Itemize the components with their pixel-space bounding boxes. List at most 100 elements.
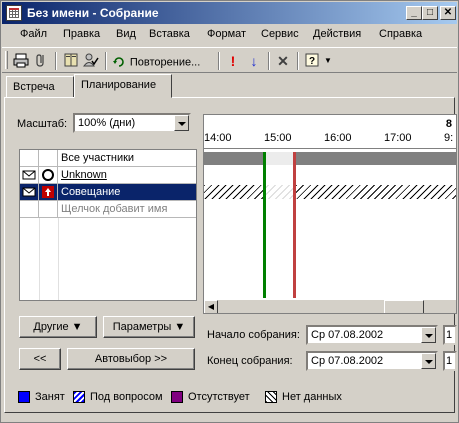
scroll-thumb[interactable]: [384, 300, 424, 313]
menu-edit[interactable]: Правка: [63, 28, 100, 40]
toolbar-separator: [297, 52, 299, 70]
options-button-label: Параметры: [112, 321, 172, 333]
scale-label: Масштаб:: [17, 118, 68, 130]
calendar-icon: [6, 5, 22, 21]
menu-file[interactable]: Файл: [20, 28, 47, 40]
attendee-header-row: Все участники: [20, 150, 196, 167]
legend-nodata-label: Нет данных: [282, 391, 342, 403]
start-label: Начало собрания:: [207, 329, 300, 341]
chevron-down-icon[interactable]: [174, 115, 189, 131]
legend-oof-label: Отсутствует: [188, 391, 250, 403]
horizontal-scrollbar[interactable]: ◀: [204, 300, 456, 313]
legend-tentative-label: Под вопросом: [90, 391, 163, 403]
attendee-name[interactable]: Совещание: [61, 186, 120, 198]
scroll-left-icon[interactable]: ◀: [204, 300, 218, 313]
end-date-value: Ср 07.08.2002: [311, 355, 384, 367]
header-divider: [204, 148, 456, 149]
recurrence-button[interactable]: Повторение...: [112, 52, 212, 70]
attendee-list: Все участники Unknown Совещание Щелчок д…: [19, 149, 197, 301]
menu-bar: Файл Правка Вид Вставка Формат Сервис Де…: [2, 25, 457, 45]
add-attendee-row[interactable]: Щелчок добавит имя: [20, 201, 196, 218]
delete-icon[interactable]: ✕: [274, 52, 292, 70]
column-guide: [39, 218, 40, 300]
autopick-button[interactable]: Автовыбор >>: [67, 348, 195, 370]
legend-oof-swatch: [171, 391, 183, 403]
maximize-button[interactable]: □: [422, 6, 438, 20]
start-date-select[interactable]: Ср 07.08.2002: [306, 325, 438, 345]
previous-button[interactable]: <<: [19, 348, 61, 370]
legend-nodata-swatch: [265, 391, 277, 403]
envelope-icon[interactable]: [20, 167, 39, 183]
add-name-placeholder[interactable]: Щелчок добавит имя: [61, 203, 167, 215]
tab-strip: Встреча Планирование: [2, 74, 457, 99]
attachment-icon[interactable]: [32, 52, 50, 70]
date-header: 8: [445, 118, 452, 130]
toolbar-grip[interactable]: [5, 51, 8, 69]
window-title: Без имени - Собрание: [27, 6, 159, 20]
other-button[interactable]: Другие ▼: [19, 316, 97, 338]
print-icon[interactable]: [12, 52, 30, 70]
end-time-value: 1: [446, 355, 453, 367]
hour-label: 16:00: [324, 132, 352, 144]
options-button[interactable]: Параметры ▼: [103, 316, 195, 338]
importance-high-icon[interactable]: !: [224, 52, 242, 70]
title-bar[interactable]: Без имени - Собрание _ □ ✕: [2, 2, 457, 24]
hour-label: 17:00: [384, 132, 412, 144]
chevron-down-icon[interactable]: [421, 353, 436, 369]
toolbar-separator: [218, 52, 220, 70]
toolbar-separator: [105, 52, 107, 70]
minimize-button[interactable]: _: [406, 6, 422, 20]
empty-cell: [39, 201, 58, 217]
menu-format[interactable]: Формат: [207, 28, 246, 40]
all-attendees-busy-bar: [204, 152, 456, 165]
menu-view[interactable]: Вид: [116, 28, 136, 40]
chevron-down-icon[interactable]: [421, 327, 436, 343]
freebusy-grid[interactable]: 8 14:00 15:00 16:00 17:00 9: ◀: [203, 114, 457, 314]
legend-tentative-swatch: [73, 391, 85, 403]
menu-tools[interactable]: Сервис: [261, 28, 299, 40]
help-icon[interactable]: ?: [303, 52, 321, 70]
importance-low-icon[interactable]: ↓: [245, 52, 263, 70]
toolbar-separator: [55, 52, 57, 70]
required-attendee-icon[interactable]: [39, 167, 58, 183]
chevron-down-icon[interactable]: ▼: [323, 52, 333, 70]
attendee-name[interactable]: Unknown: [61, 169, 107, 181]
check-names-icon[interactable]: [82, 52, 100, 70]
menu-help[interactable]: Справка: [379, 28, 422, 40]
start-date-value: Ср 07.08.2002: [311, 329, 384, 341]
menu-actions[interactable]: Действия: [313, 28, 361, 40]
close-button[interactable]: ✕: [440, 6, 456, 20]
recurrence-label: Повторение...: [129, 56, 201, 69]
end-date-select[interactable]: Ср 07.08.2002: [306, 351, 438, 371]
header-cell: [39, 150, 58, 166]
column-guide: [58, 218, 59, 300]
tab-appointment[interactable]: Встреча: [6, 76, 74, 98]
empty-cell: [20, 201, 39, 217]
organizer-icon[interactable]: [39, 184, 58, 200]
toolbar-separator: [268, 52, 270, 70]
menu-insert[interactable]: Вставка: [149, 28, 190, 40]
envelope-icon[interactable]: [20, 184, 39, 200]
attendee-row[interactable]: Совещание: [20, 184, 196, 201]
hour-label: 9:: [444, 132, 454, 144]
scale-select[interactable]: 100% (дни): [73, 113, 191, 133]
meeting-time-selection[interactable]: [263, 152, 296, 298]
attendee-row[interactable]: Unknown: [20, 167, 196, 184]
legend-busy-label: Занят: [35, 391, 65, 403]
svg-text:?: ?: [309, 56, 315, 67]
end-time-select[interactable]: 1: [443, 351, 457, 371]
toolbar: Повторение... ! ↓ ✕ ? ▼: [2, 47, 457, 73]
all-attendees-header[interactable]: Все участники: [61, 152, 134, 164]
legend-busy-swatch: [18, 391, 30, 403]
end-label: Конец собрания:: [207, 355, 293, 367]
no-data-hatch-bar: [204, 185, 456, 199]
start-time-value: 1: [446, 329, 453, 341]
start-time-select[interactable]: 1: [443, 325, 457, 345]
tab-scheduling[interactable]: Планирование: [74, 74, 172, 98]
meeting-window: Без имени - Собрание _ □ ✕ Файл Правка В…: [0, 0, 459, 423]
address-book-icon[interactable]: [62, 52, 80, 70]
scale-value: 100% (дни): [78, 117, 136, 129]
header-cell: [20, 150, 39, 166]
other-button-label: Другие: [33, 321, 69, 333]
hour-label: 15:00: [264, 132, 292, 144]
